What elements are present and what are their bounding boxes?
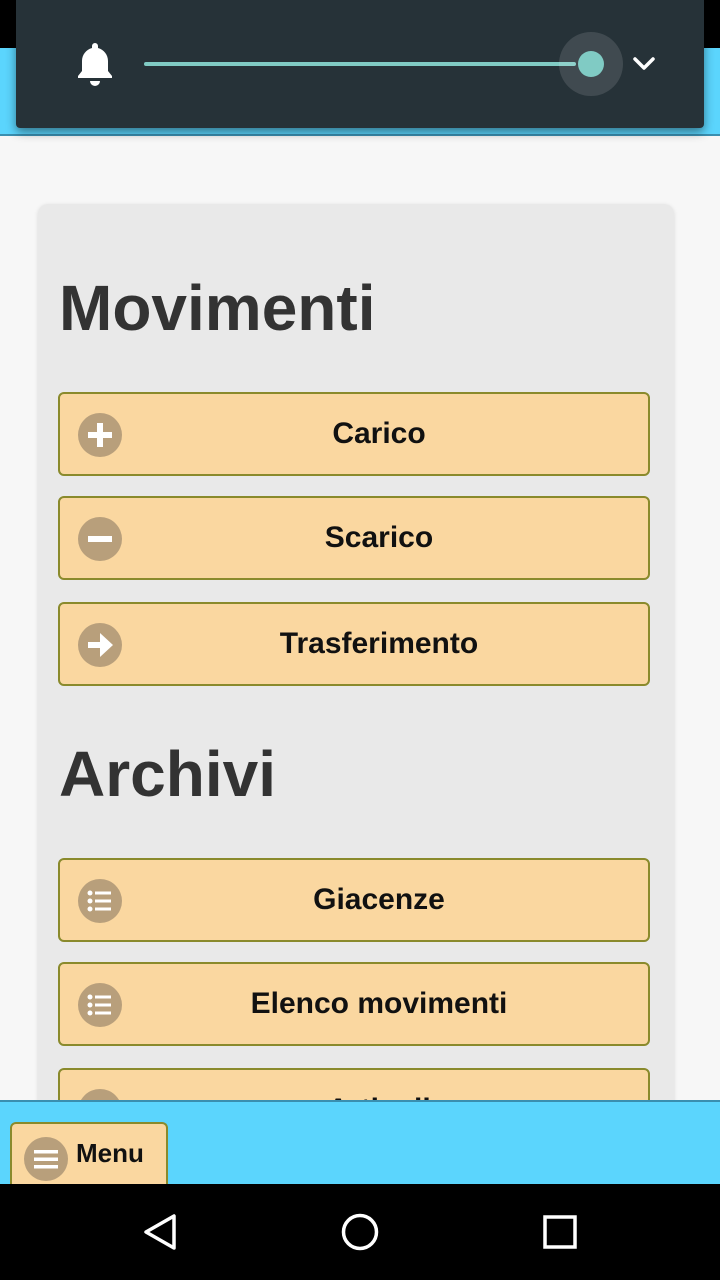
menu-button[interactable]: Menu: [10, 1122, 168, 1186]
carico-button[interactable]: Carico: [58, 392, 650, 476]
elenco-movimenti-label: Elenco movimenti: [250, 987, 508, 1020]
trasferimento-label: Trasferimento: [279, 627, 479, 660]
trasferimento-button[interactable]: Trasferimento: [58, 602, 650, 686]
recents-square-icon[interactable]: [540, 1212, 580, 1252]
volume-slider-thumb[interactable]: [578, 51, 604, 77]
bell-icon[interactable]: [74, 40, 116, 88]
menu-label: Menu: [76, 1138, 144, 1168]
section-title-movimenti: Movimenti: [59, 272, 376, 344]
main-content[interactable]: Movimenti Carico Scarico Trasferimento A…: [0, 136, 720, 1100]
back-triangle-icon[interactable]: [140, 1212, 180, 1252]
articoli-label: Articoli: [60, 1070, 648, 1100]
bottom-bar: Menu: [0, 1100, 720, 1186]
chevron-down-icon[interactable]: [624, 44, 664, 84]
scarico-label: Scarico: [324, 521, 434, 554]
giacenze-button[interactable]: Giacenze: [58, 858, 650, 942]
elenco-movimenti-button[interactable]: Elenco movimenti: [58, 962, 650, 1046]
section-title-archivi: Archivi: [59, 738, 276, 810]
articoli-button[interactable]: Articoli: [58, 1068, 650, 1100]
system-navigation-bar: [0, 1184, 720, 1280]
home-circle-icon[interactable]: [340, 1212, 380, 1252]
scarico-button[interactable]: Scarico: [58, 496, 650, 580]
carico-label: Carico: [332, 417, 426, 450]
volume-slider-track[interactable]: [144, 62, 576, 66]
giacenze-label: Giacenze: [313, 883, 445, 916]
volume-panel: [16, 0, 704, 128]
hamburger-icon: [24, 1137, 68, 1181]
menu-card: Movimenti Carico Scarico Trasferimento A…: [38, 204, 674, 1100]
